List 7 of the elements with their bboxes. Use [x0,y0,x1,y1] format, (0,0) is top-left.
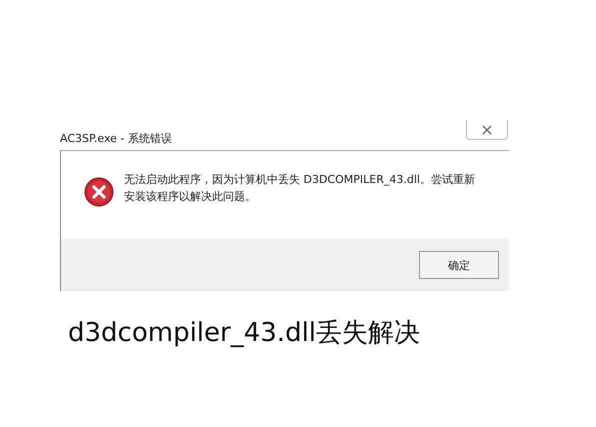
ok-button[interactable]: 确定 [419,251,499,279]
error-message: 无法启动此程序，因为计算机中丢失 D3DCOMPILER_43.dll。尝试重新安装该程序以解决此问题。 [124,172,476,205]
error-icon [84,177,114,207]
close-button[interactable] [466,120,508,140]
close-icon [481,124,493,134]
caption: d3dcompiler_43.dll丢失解决 [68,317,422,350]
window-title: AC3SP.exe - 系统错误 [60,131,172,146]
